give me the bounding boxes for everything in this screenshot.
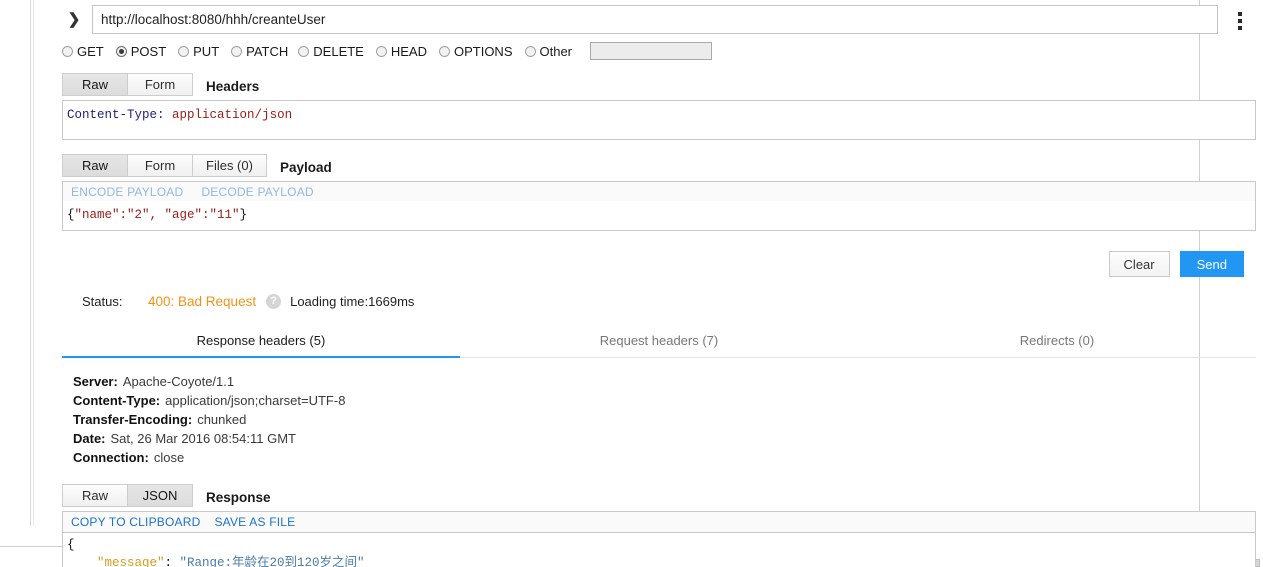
response-section-title: Response	[206, 490, 271, 505]
response-header-name: Transfer-Encoding:	[73, 412, 193, 427]
response-header-name: Server:	[73, 374, 118, 389]
response-header-name: Content-Type:	[73, 393, 161, 408]
response-headers-list: Server: Apache-Coyote/1.1 Content-Type: ap…	[62, 372, 1256, 467]
tab-headers-raw[interactable]: Raw	[62, 73, 128, 96]
method-label-get: GET	[77, 43, 104, 59]
tab-payload-raw[interactable]: Raw	[62, 154, 128, 177]
status-badge: 400: Bad Request	[148, 293, 257, 309]
payload-section-title: Payload	[279, 160, 332, 175]
tab-payload-files[interactable]: Files (0)	[192, 154, 267, 177]
loading-time-label: Loading time:1669ms	[290, 293, 415, 309]
method-option-options[interactable]: OPTIONS	[438, 43, 513, 59]
rest-client-app: ❯ GET POST PUT PATCH	[0, 0, 1263, 567]
left-gutter-divider	[30, 0, 31, 526]
response-tabstrip: Raw JSON Response	[62, 484, 1256, 507]
response-header-value: application/json;charset=UTF-8	[165, 393, 346, 408]
payload-open-brace: {	[67, 208, 75, 222]
main-content: ❯ GET POST PUT PATCH	[62, 0, 1256, 567]
response-header-value: chunked	[197, 412, 247, 427]
method-label-head: HEAD	[390, 43, 427, 59]
tab-request-headers[interactable]: Request headers (7)	[460, 327, 858, 357]
response-json-viewer[interactable]: { "message": "Range:年龄在20到120岁之间" "code"…	[62, 532, 1256, 567]
send-button[interactable]: Send	[1179, 251, 1244, 277]
radio-icon-delete[interactable]	[298, 45, 310, 57]
radio-icon-other[interactable]	[524, 45, 536, 57]
headers-section-title: Headers	[206, 79, 260, 94]
radio-icon-options[interactable]	[438, 45, 450, 57]
payload-body-text: "name":"2", "age":"11"	[74, 208, 240, 222]
url-bar: ❯	[62, 0, 1256, 36]
copy-to-clipboard-link[interactable]: COPY TO CLIPBOARD	[71, 515, 200, 529]
method-label-delete: DELETE	[313, 43, 364, 59]
response-header-row: Connection: close	[73, 448, 1256, 467]
response-header-value: Sat, 26 Mar 2016 08:54:11 GMT	[110, 431, 296, 446]
method-option-put[interactable]: PUT	[178, 44, 219, 59]
method-option-patch[interactable]: PATCH	[231, 44, 288, 59]
response-tabs: Response headers (5) Request headers (7)…	[62, 327, 1256, 358]
json-separator: :	[164, 555, 180, 567]
json-open-brace: {	[67, 538, 75, 552]
header-value-content-type: application/json	[172, 108, 293, 122]
method-option-head[interactable]: HEAD	[375, 43, 427, 59]
encode-payload-link[interactable]: ENCODE PAYLOAD	[71, 185, 183, 199]
payload-close-brace: }	[239, 208, 248, 222]
response-header-row: Content-Type: application/json;charset=UT…	[73, 391, 1256, 410]
request-actions: Clear Send	[62, 251, 1256, 277]
kebab-menu-icon[interactable]	[1224, 5, 1256, 35]
header-name-content-type: Content-Type:	[67, 108, 165, 122]
method-label-put: PUT	[193, 43, 220, 59]
tab-response-raw[interactable]: Raw	[62, 484, 128, 507]
chevron-right-icon[interactable]: ❯	[62, 12, 86, 27]
tab-payload-form[interactable]: Form	[127, 154, 193, 177]
tab-headers-form[interactable]: Form	[127, 73, 193, 96]
tab-response-json[interactable]: JSON	[127, 484, 193, 507]
response-header-value: Apache-Coyote/1.1	[122, 374, 235, 389]
response-header-row: Server: Apache-Coyote/1.1	[73, 372, 1256, 391]
method-label-post: POST	[130, 43, 167, 59]
response-header-row: Transfer-Encoding: chunked	[73, 410, 1256, 429]
method-option-other[interactable]: Other	[524, 43, 573, 59]
radio-icon-get[interactable]	[62, 45, 73, 57]
status-row: Status: 400: Bad Request ? Loading time:…	[62, 291, 1256, 311]
left-gutter-divider-inner	[33, 0, 34, 526]
method-option-get[interactable]: GET	[62, 44, 104, 59]
response-header-value: close	[153, 450, 185, 465]
method-option-post[interactable]: POST	[115, 43, 167, 59]
method-option-delete[interactable]: DELETE	[298, 44, 364, 59]
headers-editor[interactable]: Content-Type: application/json	[62, 100, 1256, 140]
radio-icon-put[interactable]	[178, 45, 190, 57]
question-mark-icon[interactable]: ?	[266, 293, 282, 309]
tab-redirects[interactable]: Redirects (0)	[858, 327, 1256, 357]
status-label: Status:	[82, 293, 123, 309]
url-input[interactable]	[92, 5, 1218, 34]
method-label-options: OPTIONS	[453, 43, 513, 59]
save-as-file-link[interactable]: SAVE AS FILE	[214, 515, 295, 529]
radio-icon-patch[interactable]	[231, 45, 243, 57]
response-section: Raw JSON Response COPY TO CLIPBOARD SAVE…	[62, 484, 1256, 567]
clear-button[interactable]: Clear	[1108, 251, 1170, 277]
headers-tabstrip: Raw Form Headers	[62, 73, 1256, 96]
payload-tabstrip: Raw Form Files (0) Payload	[62, 154, 1256, 177]
json-key: "message"	[97, 555, 165, 567]
response-header-name: Connection:	[73, 450, 149, 465]
radio-icon-post[interactable]	[115, 45, 127, 57]
method-label-other: Other	[539, 43, 573, 59]
decode-payload-link[interactable]: DECODE PAYLOAD	[201, 185, 313, 199]
response-toolbar: COPY TO CLIPBOARD SAVE AS FILE	[62, 511, 1256, 532]
payload-toolbar: ENCODE PAYLOAD DECODE PAYLOAD	[62, 181, 1256, 201]
response-header-name: Date:	[73, 431, 106, 446]
payload-editor[interactable]: {"name":"2", "age":"11"}	[62, 201, 1256, 231]
method-label-patch: PATCH	[246, 43, 289, 59]
tab-response-headers[interactable]: Response headers (5)	[62, 327, 460, 358]
other-method-input[interactable]	[590, 42, 713, 60]
http-method-selector: GET POST PUT PATCH DELETE HEAD OPTIONS O…	[62, 40, 1256, 62]
response-header-row: Date: Sat, 26 Mar 2016 08:54:11 GMT	[73, 429, 1256, 448]
radio-icon-head[interactable]	[375, 45, 387, 57]
json-value: "Range:年龄在20到120岁之间"	[179, 555, 365, 567]
